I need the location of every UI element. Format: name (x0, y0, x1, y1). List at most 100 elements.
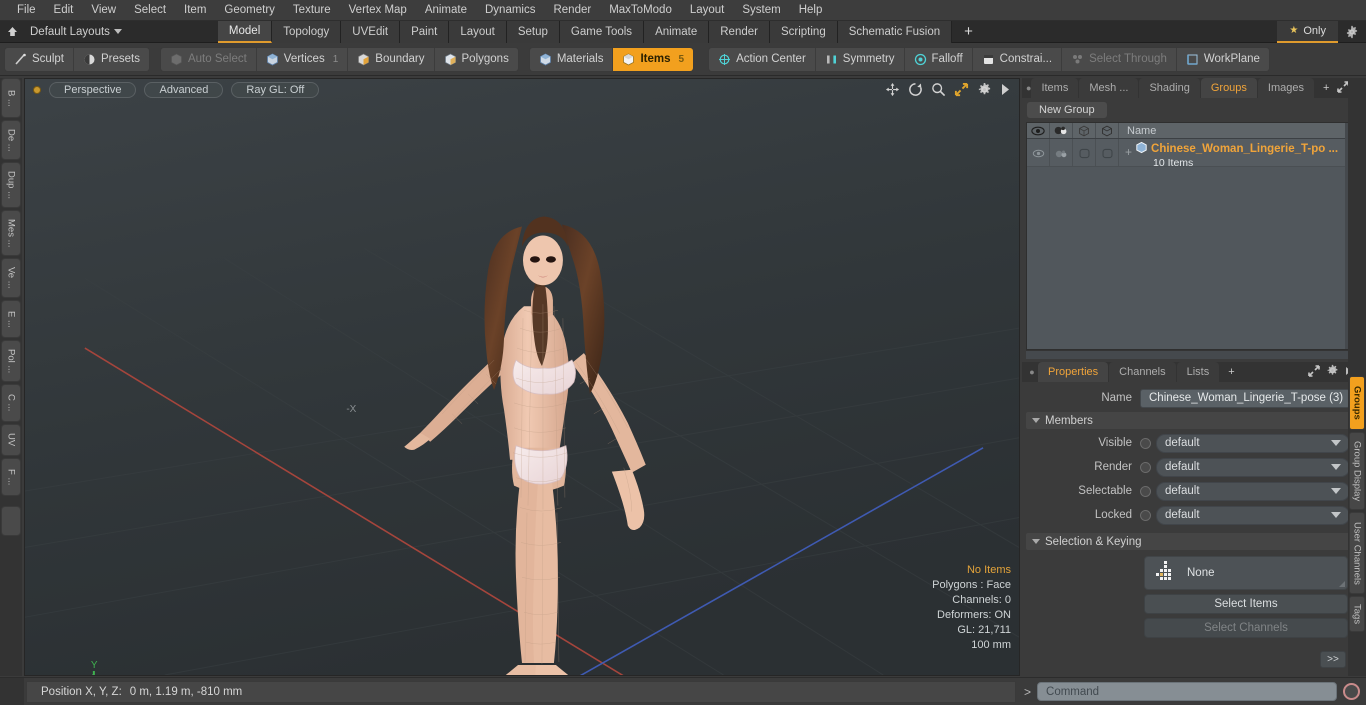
left-tab-4[interactable]: Ve ... (1, 258, 21, 298)
properties-menu-icon[interactable]: ● (1026, 362, 1038, 382)
properties-tab-channels[interactable]: Channels (1109, 362, 1176, 382)
menu-item-edit[interactable]: Edit (45, 2, 83, 18)
expand-row-icon[interactable]: + (1125, 141, 1132, 159)
auto-select-button[interactable]: Auto Select (160, 47, 257, 71)
menu-item-geometry[interactable]: Geometry (215, 2, 284, 18)
viewport-raygl-button[interactable]: Ray GL: Off (231, 82, 320, 98)
row-render-toggle[interactable] (1050, 139, 1073, 166)
sculpt-button[interactable]: Sculpt (5, 47, 74, 71)
visible-dropdown[interactable]: default (1156, 433, 1350, 453)
selection-set-field[interactable]: None (1144, 556, 1348, 590)
column-item-solid-header[interactable] (1096, 123, 1119, 138)
play-icon[interactable] (1000, 83, 1011, 96)
left-tab-6[interactable]: Pol ... (1, 340, 21, 382)
layout-tab-uvedit[interactable]: UVEdit (341, 20, 401, 43)
boundary-button[interactable]: Boundary (348, 47, 435, 71)
right-tab-user-channels[interactable]: User Channels (1349, 512, 1365, 594)
add-panel-tab-button[interactable]: + (1315, 78, 1337, 98)
layout-tab-model[interactable]: Model (217, 20, 273, 43)
layout-tab-paint[interactable]: Paint (400, 20, 450, 43)
menu-item-dynamics[interactable]: Dynamics (476, 2, 544, 18)
gear-icon[interactable] (977, 82, 992, 97)
left-tab-0[interactable]: B ... (1, 78, 21, 118)
panel-tab-mesh[interactable]: Mesh ... (1079, 78, 1139, 98)
selection-keying-section-header[interactable]: Selection & Keying (1026, 533, 1350, 550)
layout-tab-setup[interactable]: Setup (506, 20, 560, 43)
only-toggle-button[interactable]: ★ Only (1277, 20, 1338, 43)
menu-item-texture[interactable]: Texture (284, 2, 340, 18)
gear-icon[interactable] (1326, 364, 1339, 380)
name-input[interactable]: Chinese_Woman_Lingerie_T-pose (3) (1140, 388, 1350, 408)
selectable-dropdown[interactable]: default (1156, 481, 1350, 501)
row-visibility-toggle[interactable] (1027, 139, 1050, 166)
left-tab-2[interactable]: Dup ... (1, 162, 21, 208)
more-options-button[interactable]: >> (1320, 651, 1346, 668)
menu-item-file[interactable]: File (8, 2, 45, 18)
menu-item-view[interactable]: View (82, 2, 125, 18)
expand-icon[interactable] (1308, 364, 1320, 380)
workplane-button[interactable]: WorkPlane (1176, 47, 1269, 71)
vertices-button[interactable]: Vertices 1 (256, 47, 349, 71)
symmetry-button[interactable]: Symmetry (815, 47, 905, 71)
row-item-outline-toggle[interactable] (1073, 139, 1096, 166)
pan-icon[interactable] (885, 82, 900, 97)
menu-item-select[interactable]: Select (125, 2, 175, 18)
presets-button[interactable]: Presets (73, 47, 149, 71)
left-tab-extra[interactable] (1, 506, 21, 536)
row-item-solid-toggle[interactable] (1096, 139, 1119, 166)
layout-tab-topology[interactable]: Topology (272, 20, 342, 43)
groups-list-scrollbar-horizontal[interactable] (1026, 350, 1354, 359)
action-center-button[interactable]: Action Center (709, 47, 816, 71)
menu-item-maxtomodo[interactable]: MaxToModo (600, 2, 681, 18)
command-input[interactable]: Command (1037, 682, 1337, 701)
select-items-button[interactable]: Select Items (1144, 594, 1348, 614)
layout-tab-scripting[interactable]: Scripting (769, 20, 838, 43)
left-tab-3[interactable]: Mes ... (1, 210, 21, 256)
gear-icon[interactable] (1338, 21, 1366, 43)
properties-tab-properties[interactable]: Properties (1038, 362, 1109, 382)
menu-item-layout[interactable]: Layout (681, 2, 734, 18)
3d-viewport[interactable]: -X Y Perspective Advanced Ray GL: Off No… (24, 78, 1020, 676)
menu-item-help[interactable]: Help (790, 2, 832, 18)
render-knob-icon[interactable] (1140, 461, 1151, 473)
materials-button[interactable]: Materials (529, 47, 614, 71)
menu-item-render[interactable]: Render (544, 2, 600, 18)
viewport-indicator-dot[interactable] (33, 86, 41, 94)
new-group-button[interactable]: New Group (1026, 101, 1108, 119)
items-button[interactable]: Items 5 (613, 47, 694, 71)
locked-dropdown[interactable]: default (1156, 505, 1350, 525)
render-dropdown[interactable]: default (1156, 457, 1350, 477)
locked-knob-icon[interactable] (1140, 509, 1151, 521)
menu-item-item[interactable]: Item (175, 2, 215, 18)
layout-tab-animate[interactable]: Animate (644, 20, 710, 43)
column-item-outline-header[interactable] (1073, 123, 1096, 138)
fit-icon[interactable] (954, 82, 969, 97)
home-icon[interactable] (0, 22, 24, 42)
polygons-button[interactable]: Polygons (434, 47, 518, 71)
selectable-knob-icon[interactable] (1140, 485, 1151, 497)
viewport-mode-button[interactable]: Perspective (49, 82, 137, 98)
panel-tab-images[interactable]: Images (1257, 78, 1314, 98)
left-tab-1[interactable]: De ... (1, 120, 21, 160)
zoom-icon[interactable] (931, 82, 946, 97)
viewport-quality-button[interactable]: Advanced (144, 82, 224, 98)
row-name-cell[interactable]: + Chinese_Woman_Lingerie_T-po ... 10 Ite… (1119, 139, 1353, 169)
right-tab-tags[interactable]: Tags (1349, 596, 1365, 632)
groups-list[interactable]: Name + Chinese_Woman_Lingerie_T-po ... 1… (1026, 122, 1354, 350)
table-row[interactable]: + Chinese_Woman_Lingerie_T-po ... 10 Ite… (1027, 139, 1353, 169)
layout-tab-schematic-fusion[interactable]: Schematic Fusion (837, 20, 953, 43)
menu-item-vertex-map[interactable]: Vertex Map (340, 2, 416, 18)
layout-tab-layout[interactable]: Layout (449, 20, 507, 43)
layout-tab-game-tools[interactable]: Game Tools (559, 20, 645, 43)
left-tab-8[interactable]: UV (1, 424, 21, 456)
menu-item-animate[interactable]: Animate (416, 2, 476, 18)
falloff-button[interactable]: Falloff (904, 47, 973, 71)
select-through-button[interactable]: Select Through (1062, 47, 1177, 71)
left-tab-5[interactable]: E ... (1, 300, 21, 338)
add-layout-tab-button[interactable]: + (952, 23, 985, 40)
right-tab-groups[interactable]: Groups (1349, 376, 1365, 430)
column-render-header[interactable] (1050, 123, 1073, 138)
left-tab-9[interactable]: F ... (1, 458, 21, 496)
record-icon[interactable] (1343, 683, 1360, 700)
menu-item-system[interactable]: System (733, 2, 789, 18)
